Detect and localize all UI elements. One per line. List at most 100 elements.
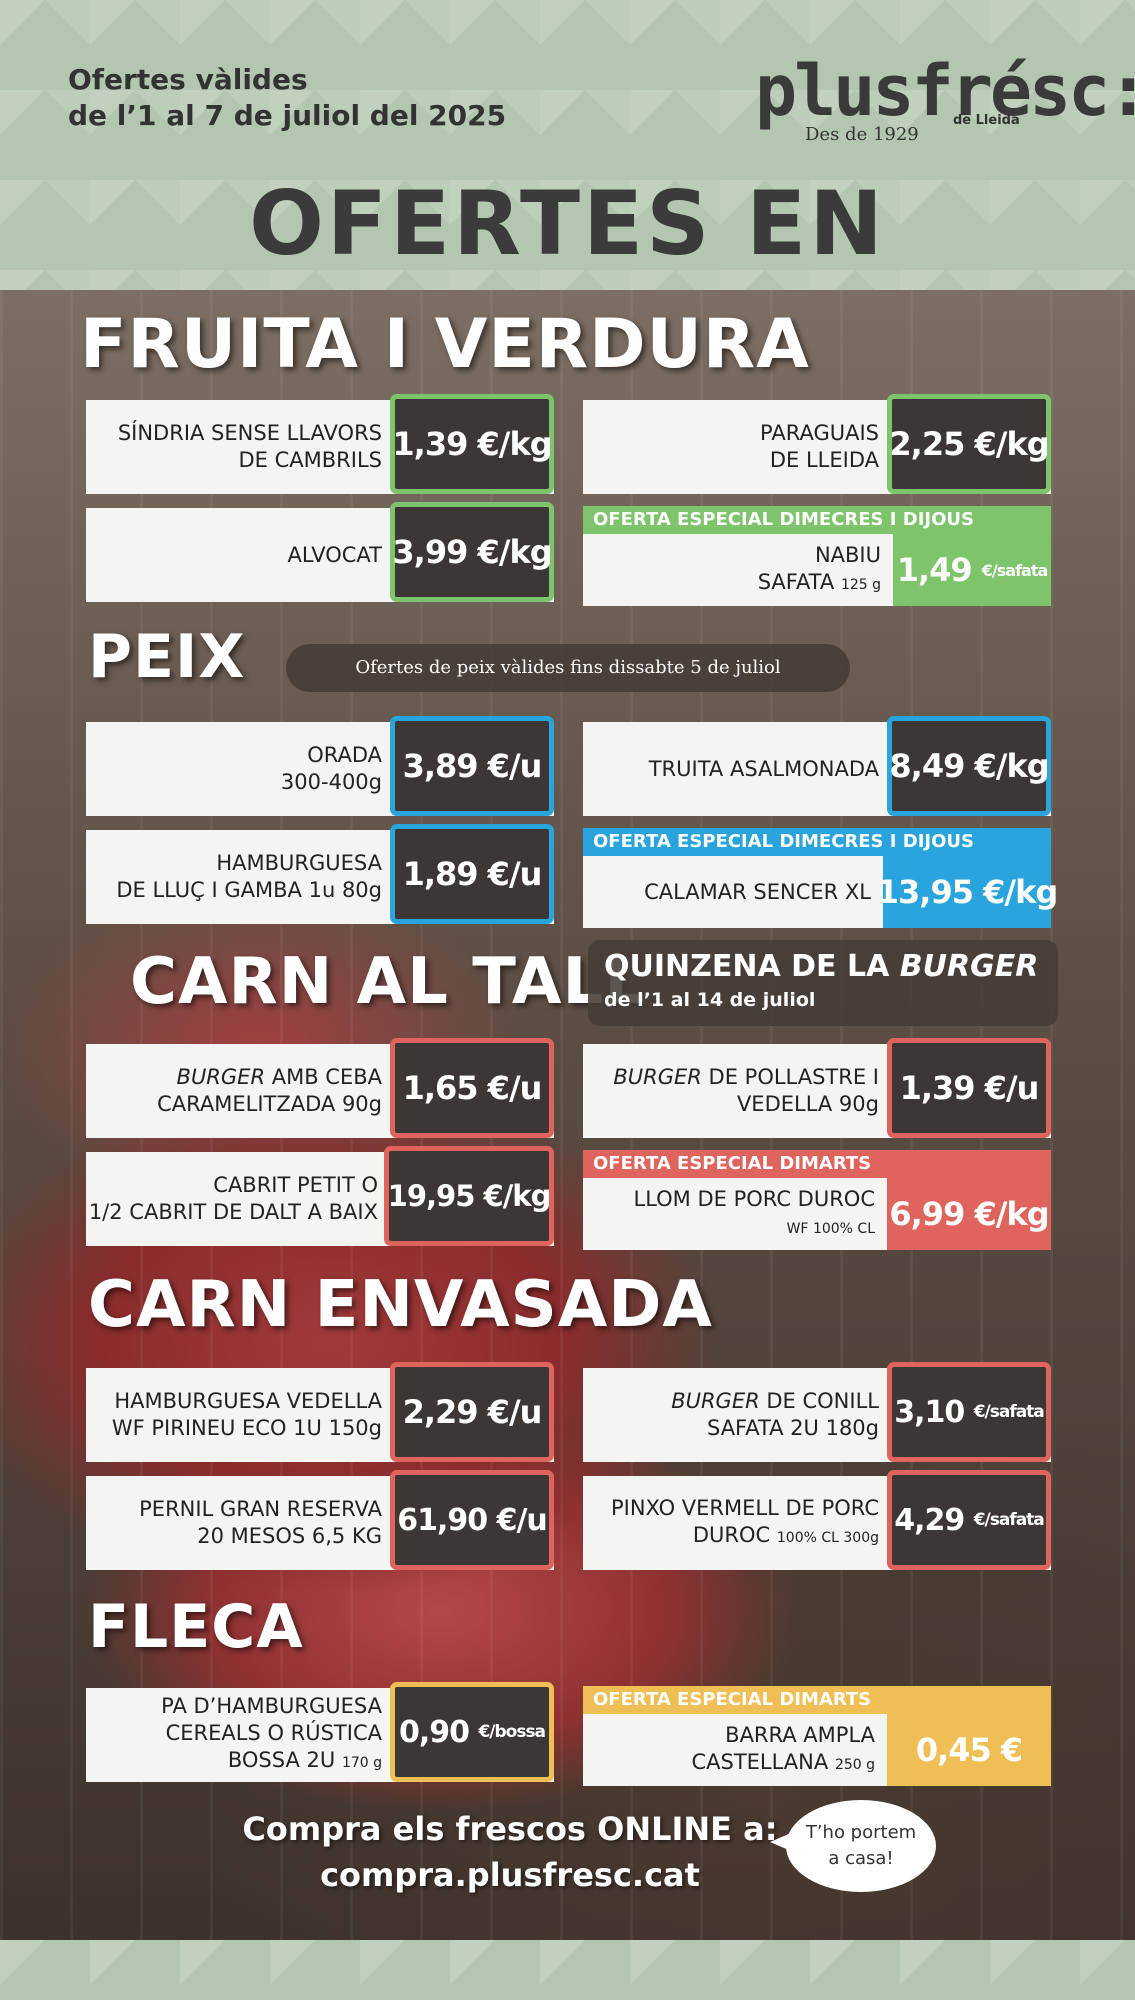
offer-card-paraguais[interactable]: PARAGUAIS DE LLEIDA 2,25 €/kg <box>583 394 1051 494</box>
quinzena-dates: de l’1 al 14 de juliol <box>604 989 816 1011</box>
offer-detail: CASTELLANA <box>691 1749 829 1774</box>
offer-name-burger: BURGER <box>613 1065 702 1089</box>
offer-card-alvocat[interactable]: ALVOCAT 3,99 €/kg <box>86 502 554 602</box>
bubble-line-2: a casa! <box>828 1848 894 1869</box>
offer-detail: DE LLUÇ I GAMBA 1u 80g <box>116 878 382 902</box>
offer-weight: 300-400g <box>280 770 382 794</box>
offer-name: SÍNDRIA SENSE LLAVORS <box>117 421 382 445</box>
special-offer-label: OFERTA ESPECIAL DIMECRES I DIJOUS <box>583 828 1051 856</box>
validity-line-1: Ofertes vàlides <box>68 63 308 96</box>
offer-detail: WF 100% CL <box>786 1220 875 1237</box>
price-value: 3,10 <box>894 1394 965 1430</box>
price-tag: 6,99 €/kg <box>887 1178 1051 1250</box>
price-tag: 3,10 €/safata <box>887 1362 1051 1462</box>
offer-card-pinxo[interactable]: PINXO VERMELL DE PORC DUROC 100% CL 300g… <box>583 1470 1051 1570</box>
logo-since: Des de 1929 <box>805 124 919 145</box>
price-unit: €/u <box>487 855 543 893</box>
special-offer-calamar[interactable]: OFERTA ESPECIAL DIMECRES I DIJOUS CALAMA… <box>583 828 1058 928</box>
quinzena-title-text: QUINZENA DE LA <box>604 949 900 984</box>
online-line-1: Compra els frescos ONLINE a: <box>242 1810 778 1848</box>
offer-name: HAMBURGUESA <box>216 851 382 875</box>
offer-card-pernil[interactable]: PERNIL GRAN RESERVA 20 MESOS 6,5 KG 61,9… <box>86 1470 554 1570</box>
offer-detail: 1/2 CABRIT DE DALT A BAIX <box>88 1200 378 1224</box>
offer-name: ALVOCAT <box>287 542 382 567</box>
price-value: 2,29 <box>402 1393 479 1431</box>
offer-detail: CEREALS O RÚSTICA <box>165 1721 382 1745</box>
offer-description: LLOM DE PORC DUROC WF 100% CL <box>583 1178 887 1250</box>
offer-description: NABIU SAFATA 125 g <box>583 534 893 606</box>
price-tag: 0,45 € <box>887 1714 1051 1786</box>
price-value: 1,89 <box>402 855 479 893</box>
price-unit: €/bossa <box>478 1722 546 1742</box>
offer-origin: DE LLEIDA <box>769 448 879 472</box>
plusfresc-logo: plusfrésc: de Lleida Des de 1929 <box>755 50 1135 150</box>
offer-name: DE POLLASTRE I <box>701 1065 879 1089</box>
offer-detail: DUROC <box>692 1522 771 1547</box>
offer-card-orada[interactable]: ORADA 300-400g 3,89 €/u <box>86 716 554 816</box>
offer-weight: 250 g <box>834 1756 875 1773</box>
offer-card-burger-ceba[interactable]: BURGER AMB CEBA CARAMELITZADA 90g 1,65 €… <box>86 1038 554 1138</box>
offer-detail: CARAMELITZADA 90g <box>157 1092 382 1116</box>
offer-weight: 100% CL 300g <box>776 1529 879 1546</box>
price-tag: 1,39 €/kg <box>390 394 554 494</box>
quinzena-burger-banner: QUINZENA DE LA BURGER de l’1 al 14 de ju… <box>588 940 1058 1026</box>
special-offer-label: OFERTA ESPECIAL DIMARTS <box>583 1686 1051 1714</box>
offer-weight: 125 g <box>840 576 881 593</box>
price-tag: 61,90 €/u <box>390 1470 554 1570</box>
price-value: 6,99 <box>889 1195 965 1233</box>
offer-name: ORADA <box>307 743 382 767</box>
price-tag: 1,49 €/safata <box>893 534 1051 606</box>
offer-detail: 20 MESOS 6,5 KG <box>197 1524 382 1548</box>
price-value: 0,90 <box>398 1714 470 1750</box>
price-unit: €/u <box>984 1069 1040 1107</box>
offer-name: PA D’HAMBURGUESA <box>161 1694 382 1718</box>
price-tag: 3,99 €/kg <box>390 502 554 602</box>
offer-card-hamburguesa-vedella[interactable]: HAMBURGUESA VEDELLA WF PIRINEU ECO 1U 15… <box>86 1362 554 1462</box>
offer-name: AMB CEBA <box>265 1065 382 1089</box>
price-value: 2,25 <box>889 425 965 463</box>
offer-card-cabrit[interactable]: CABRIT PETIT O 1/2 CABRIT DE DALT A BAIX… <box>86 1146 554 1246</box>
price-tag: 1,89 €/u <box>390 824 554 924</box>
quinzena-title-burger: BURGER <box>899 949 1039 984</box>
special-offer-llom[interactable]: OFERTA ESPECIAL DIMARTS LLOM DE PORC DUR… <box>583 1150 1051 1250</box>
price-unit: €/kg <box>477 425 552 463</box>
price-value: 0,45 € <box>915 1731 1023 1769</box>
price-unit: €/u <box>487 1069 543 1107</box>
price-tag: 2,25 €/kg <box>887 394 1051 494</box>
offer-card-pa-hamburguesa[interactable]: PA D’HAMBURGUESA CEREALS O RÚSTICA BOSSA… <box>86 1682 554 1782</box>
quinzena-title: QUINZENA DE LA BURGER <box>604 948 1042 986</box>
header-banner: Ofertes vàlides de l’1 al 7 de juliol de… <box>0 0 1135 378</box>
offer-weight: 170 g <box>341 1755 382 1771</box>
price-value: 61,90 <box>397 1502 488 1538</box>
offer-card-burger-pollastre[interactable]: BURGER DE POLLASTRE I VEDELLA 90g 1,39 €… <box>583 1038 1051 1138</box>
price-unit: €/kg <box>974 1195 1049 1233</box>
offer-card-hamburguesa-lluc[interactable]: HAMBURGUESA DE LLUÇ I GAMBA 1u 80g 1,89 … <box>86 824 554 924</box>
price-tag: 4,29 €/safata <box>887 1470 1051 1570</box>
online-url-link[interactable]: compra.plusfresc.cat <box>240 1852 780 1898</box>
price-unit: €/safata <box>973 1402 1045 1422</box>
price-unit: €/kg <box>483 1179 552 1213</box>
offer-name-burger: BURGER <box>671 1389 760 1413</box>
offer-card-sindria[interactable]: SÍNDRIA SENSE LLAVORS DE CAMBRILS 1,39 €… <box>86 394 554 494</box>
offer-name: DE CONILL <box>759 1389 879 1413</box>
offer-name: TRUITA ASALMONADA <box>648 756 879 781</box>
section-title-fruita: FRUITA I VERDURA <box>80 305 810 384</box>
section-title-carn-tall: CARN AL TALL <box>130 945 646 1019</box>
price-value: 3,89 <box>402 747 479 785</box>
logo-city: de Lleida <box>953 113 1020 128</box>
price-value: 1,65 <box>402 1069 479 1107</box>
offer-description: CALAMAR SENCER XL <box>583 856 883 928</box>
offer-card-burger-conill[interactable]: BURGER DE CONILL SAFATA 2U 180g 3,10 €/s… <box>583 1362 1051 1462</box>
price-value: 4,29 <box>894 1502 965 1538</box>
offer-name: HAMBURGUESA VEDELLA <box>114 1389 382 1413</box>
offer-name: NABIU <box>814 542 881 567</box>
price-tag: 0,90 €/bossa <box>390 1682 554 1782</box>
offer-package: SAFATA <box>757 569 835 594</box>
special-offer-nabiu[interactable]: OFERTA ESPECIAL DIMECRES I DIJOUS NABIU … <box>583 506 1051 606</box>
price-unit: €/kg <box>974 425 1049 463</box>
special-offer-barra[interactable]: OFERTA ESPECIAL DIMARTS BARRA AMPLA CAST… <box>583 1686 1051 1786</box>
speech-bubble: T’ho portem a casa! <box>786 1800 936 1892</box>
offer-card-truita[interactable]: TRUITA ASALMONADA 8,49 €/kg <box>583 716 1051 816</box>
validity-text: Ofertes vàlides de l’1 al 7 de juliol de… <box>68 62 506 134</box>
bubble-line-1: T’ho portem <box>805 1822 917 1843</box>
